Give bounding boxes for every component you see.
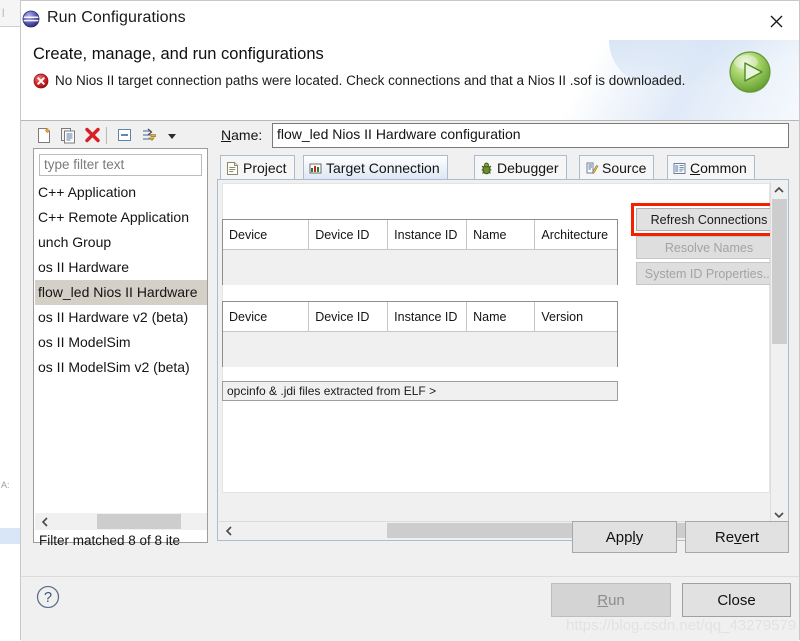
filter-launch-configurations-icon[interactable] — [139, 126, 158, 145]
column-header-instance-id[interactable]: Instance ID — [387, 302, 468, 332]
run-configurations-dialog: Run Configurations Create, manage, and r… — [20, 0, 800, 641]
column-header-instance-id[interactable]: Instance ID — [387, 220, 468, 250]
table-empty-row — [223, 249, 617, 285]
tab-common[interactable]: Common — [667, 155, 755, 180]
close-button[interactable]: Close — [682, 583, 791, 617]
dialog-title: Run Configurations — [47, 9, 186, 26]
tab-source[interactable]: Source — [579, 155, 655, 180]
list-item[interactable]: os II Hardware v2 (beta) — [35, 305, 207, 330]
vertical-scrollbar[interactable] — [770, 181, 787, 523]
apply-button[interactable]: App l y — [572, 521, 677, 553]
elf-extract-field[interactable]: opcinfo & .jdi files extracted from ELF … — [222, 381, 618, 401]
column-header-device[interactable]: Device — [223, 302, 310, 332]
list-item-selected[interactable]: flow_led Nios II Hardware — [35, 280, 207, 305]
column-header-device-id[interactable]: Device ID — [308, 220, 389, 250]
help-question-icon[interactable]: ? — [35, 584, 61, 610]
close-icon[interactable] — [759, 7, 793, 35]
column-header-version[interactable]: Version — [534, 302, 617, 332]
processors-table[interactable]: Device Device ID Instance ID Name Archit… — [222, 219, 618, 285]
name-label: Name: — [221, 127, 263, 143]
duplicate-launch-configuration-icon[interactable] — [59, 126, 78, 145]
view-menu-chevron-down-icon[interactable] — [165, 126, 179, 145]
revert-button[interactable]: Re v ert — [685, 521, 789, 553]
target-connection-panel: Device Device ID Instance ID Name Archit… — [217, 179, 789, 541]
list-item[interactable]: C++ Remote Application — [35, 205, 207, 230]
tab-target-connection[interactable]: Target Connection — [303, 155, 448, 180]
target-connection-scroll-area: Device Device ID Instance ID Name Archit… — [219, 181, 772, 523]
toolbar-separator — [106, 127, 107, 144]
source-icon — [584, 161, 599, 176]
dialog-body: type filter text C++ Application C++ Rem… — [21, 121, 799, 576]
scrollbar-thumb[interactable] — [772, 199, 787, 344]
background-highlight-row — [0, 528, 20, 544]
configurations-panel: type filter text C++ Application C++ Rem… — [33, 123, 208, 563]
status-message: No Nios II target connection paths were … — [55, 73, 686, 88]
delete-launch-configuration-icon[interactable] — [83, 126, 102, 145]
dialog-header: Create, manage, and run configurations N… — [21, 40, 799, 121]
scroll-up-icon[interactable] — [771, 181, 787, 198]
watermark: https://blog.csdn.net/qq_43279579 — [566, 617, 797, 634]
configuration-editor-panel: Name: flow_led Nios II Hardware configur… — [217, 123, 789, 563]
column-header-name[interactable]: Name — [466, 302, 536, 332]
debugger-bug-icon — [479, 161, 494, 176]
run-button: Run — [551, 583, 671, 617]
configurations-horizontal-scrollbar[interactable] — [35, 513, 207, 530]
tab-debugger[interactable]: Debugger — [474, 155, 567, 180]
screenshot-root: | A: Run Configurations Create, manage, … — [0, 0, 800, 641]
project-file-icon — [225, 161, 240, 176]
page-title: Create, manage, and run configurations — [33, 45, 324, 63]
list-item[interactable]: C++ Application — [35, 180, 207, 205]
scrollbar-thumb[interactable] — [97, 514, 181, 529]
table-header-row: Device Device ID Instance ID Name Versio… — [223, 302, 617, 332]
svg-text:?: ? — [44, 590, 52, 606]
column-header-architecture[interactable]: Architecture — [534, 220, 617, 250]
background-window-strip: | A: — [0, 0, 21, 640]
tab-label: Source — [602, 160, 647, 176]
list-item[interactable]: os II ModelSim — [35, 330, 207, 355]
collapse-all-icon[interactable] — [115, 126, 134, 145]
table-empty-row — [223, 331, 617, 367]
refresh-connections-button[interactable]: Refresh Connections — [636, 208, 772, 231]
background-text-b: A: — [1, 480, 10, 490]
column-header-device[interactable]: Device — [223, 220, 310, 250]
resolve-names-button: Resolve Names — [636, 236, 772, 259]
eclipse-globe-icon — [20, 8, 42, 30]
tab-label: Common — [690, 160, 747, 176]
configurations-list[interactable]: C++ Application C++ Remote Application u… — [35, 180, 207, 510]
new-launch-configuration-icon[interactable] — [35, 126, 54, 145]
column-header-name[interactable]: Name — [466, 220, 536, 250]
byte-stream-devices-table[interactable]: Device Device ID Instance ID Name Versio… — [222, 301, 618, 367]
scroll-left-icon[interactable] — [37, 513, 53, 530]
dialog-title-bar: Run Configurations — [21, 1, 799, 40]
table-header-row: Device Device ID Instance ID Name Archit… — [223, 220, 617, 250]
configurations-tree-box: type filter text C++ Application C++ Rem… — [33, 148, 208, 548]
tab-bar: Project Target Connection Debugger Sourc… — [217, 155, 789, 180]
tab-label: Project — [243, 160, 287, 176]
name-input[interactable]: flow_led Nios II Hardware configuration — [272, 123, 789, 148]
tab-label: Target Connection — [326, 160, 440, 176]
target-connection-icon — [308, 161, 323, 176]
error-icon — [33, 73, 49, 89]
run-play-icon[interactable] — [724, 46, 776, 98]
filter-status-text: Filter matched 8 of 8 ite — [39, 533, 181, 548]
background-text-a: | — [2, 7, 5, 17]
tab-project[interactable]: Project — [220, 155, 295, 180]
column-header-device-id[interactable]: Device ID — [308, 302, 389, 332]
common-icon — [672, 161, 687, 176]
apply-revert-row: App l y Re v ert — [217, 521, 789, 555]
system-id-properties-button: System ID Properties... — [636, 262, 772, 285]
list-item[interactable]: os II Hardware — [35, 255, 207, 280]
filter-input[interactable]: type filter text — [39, 154, 202, 176]
tab-label: Debugger — [497, 160, 559, 176]
list-item[interactable]: os II ModelSim v2 (beta) — [35, 355, 207, 380]
list-item[interactable]: unch Group — [35, 230, 207, 255]
dialog-footer: ? Run Close https://blog.csdn.net/qq_432… — [21, 576, 799, 641]
configurations-toolbar — [33, 123, 208, 148]
